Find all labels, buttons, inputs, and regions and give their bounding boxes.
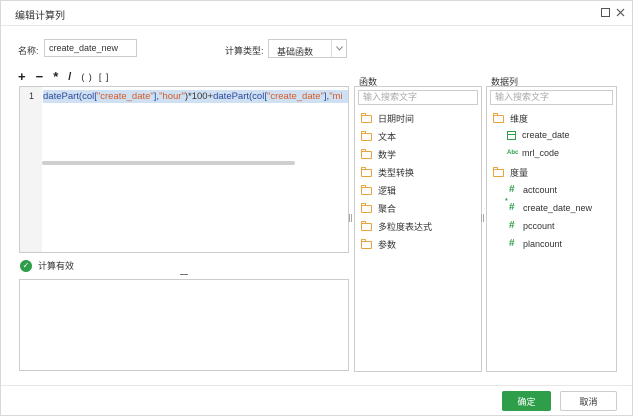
folder-icon: [361, 184, 372, 195]
column-name: actcount: [523, 184, 558, 195]
function-category-label: 日期时间: [378, 114, 415, 124]
column-name: create_date_new: [523, 202, 593, 213]
function-category-item[interactable]: 数学: [361, 148, 396, 161]
column-item-create-date-new[interactable]: # create_date_new: [505, 198, 593, 213]
functions-panel: 输入搜索文字 日期时间文本数学类型转换逻辑聚合多粒度表达式 参数: [354, 86, 482, 372]
plus-operator-button[interactable]: +: [18, 70, 26, 84]
edit-calculated-column-dialog: 编辑计算列 名称: create_date_new 计算类型: 基础函数 + −…: [0, 0, 633, 416]
code-token: )*100+: [184, 91, 214, 102]
column-item-pccount[interactable]: # pccount: [509, 220, 555, 231]
measure-folder[interactable]: 度量: [493, 166, 528, 179]
function-category-label: 多粒度表达式: [378, 222, 433, 232]
code-token: "create_date": [96, 91, 154, 102]
editor-gutter: 1: [20, 87, 42, 252]
function-category-label: 数学: [378, 150, 397, 160]
calc-type-select[interactable]: 基础函数: [268, 39, 347, 58]
code-token: "hour": [159, 91, 185, 102]
parentheses-button[interactable]: ( ): [81, 70, 93, 84]
folder-icon: [361, 166, 372, 177]
divide-operator-button[interactable]: /: [68, 70, 71, 84]
cancel-button[interactable]: 取消: [560, 391, 617, 411]
left-splitter[interactable]: [349, 214, 352, 222]
column-item-actcount[interactable]: # actcount: [509, 184, 557, 195]
calc-type-label: 计算类型:: [225, 46, 264, 56]
function-category-item[interactable]: 聚合: [361, 202, 396, 215]
folder-icon: [361, 148, 372, 159]
minus-operator-button[interactable]: −: [36, 70, 44, 84]
function-category-item[interactable]: 参数: [361, 238, 396, 251]
folder-icon: [493, 112, 504, 123]
operator-toolbar: + − * / ( ) [ ]: [18, 70, 115, 84]
hash-icon: #: [509, 238, 515, 249]
column-search-input[interactable]: 输入搜索文字: [490, 90, 613, 105]
function-category-item[interactable]: 多粒度表达式: [361, 220, 432, 233]
close-icon[interactable]: [613, 5, 627, 19]
ok-button[interactable]: 确定: [502, 391, 551, 411]
column-name: pccount: [523, 220, 555, 231]
function-search-input[interactable]: 输入搜索文字: [358, 90, 478, 105]
multiply-operator-button[interactable]: *: [53, 70, 58, 84]
code-token: datePart(col[: [213, 91, 267, 102]
abc-icon: Abc: [507, 150, 519, 156]
column-name: plancount: [523, 238, 563, 249]
code-token: "mi: [329, 91, 343, 102]
function-category-item[interactable]: 日期时间: [361, 112, 414, 125]
resize-handle[interactable]: [180, 274, 188, 275]
measure-label: 度量: [510, 168, 529, 178]
hash-icon: #: [509, 220, 515, 231]
calc-type-value: 基础函数: [277, 47, 314, 57]
columns-panel: 输入搜索文字 维度 create_date Abc mrl_code 度量 # …: [486, 86, 617, 372]
folder-icon: [493, 166, 504, 177]
dialog-title: 编辑计算列: [15, 11, 65, 22]
folder-icon: [361, 130, 372, 141]
code-token: datePart(col[: [43, 91, 97, 102]
brackets-button[interactable]: [ ]: [99, 70, 110, 84]
function-category-item[interactable]: 逻辑: [361, 184, 396, 197]
name-label: 名称:: [18, 46, 39, 56]
calc-hash-icon: #: [505, 198, 515, 213]
dimension-label: 维度: [510, 114, 529, 124]
function-category-label: 类型转换: [378, 168, 415, 178]
folder-icon: [361, 112, 372, 123]
folder-icon: [361, 220, 372, 231]
formula-editor[interactable]: 1 datePart(col["create_date"],"hour")*10…: [19, 86, 349, 253]
function-category-label: 参数: [378, 240, 397, 250]
column-item-create-date[interactable]: create_date: [507, 130, 570, 140]
code-token: "create_date": [266, 91, 324, 102]
function-category-item[interactable]: 类型转换: [361, 166, 414, 179]
editor-horizontal-scrollbar[interactable]: [42, 161, 295, 165]
column-item-mrl-code[interactable]: Abc mrl_code: [507, 148, 559, 158]
function-category-label: 聚合: [378, 204, 397, 214]
function-category-item[interactable]: 文本: [361, 130, 396, 143]
check-circle-icon: ✓: [20, 259, 32, 272]
hash-icon: #: [509, 184, 515, 195]
column-item-plancount[interactable]: # plancount: [509, 238, 562, 249]
folder-icon: [361, 238, 372, 249]
function-category-label: 逻辑: [378, 186, 397, 196]
maximize-icon[interactable]: [598, 5, 612, 19]
right-splitter[interactable]: [481, 214, 484, 222]
result-message-area: [19, 279, 349, 371]
line-number: 1: [29, 91, 35, 101]
function-category-label: 文本: [378, 132, 397, 142]
date-icon: [507, 130, 516, 140]
dimension-folder[interactable]: 维度: [493, 112, 528, 125]
folder-icon: [361, 202, 372, 213]
chevron-down-icon: [331, 40, 346, 57]
validation-status: ✓ 计算有效: [20, 259, 74, 272]
column-name: create_date: [522, 130, 570, 140]
column-name: mrl_code: [522, 148, 560, 158]
code-line[interactable]: datePart(col["create_date"],"hour")*100+…: [43, 90, 348, 103]
name-input[interactable]: create_date_new: [44, 39, 137, 57]
name-input-value: create_date_new: [49, 43, 119, 53]
validation-text: 计算有效: [38, 261, 75, 271]
dialog-titlebar: 编辑计算列: [1, 1, 632, 26]
